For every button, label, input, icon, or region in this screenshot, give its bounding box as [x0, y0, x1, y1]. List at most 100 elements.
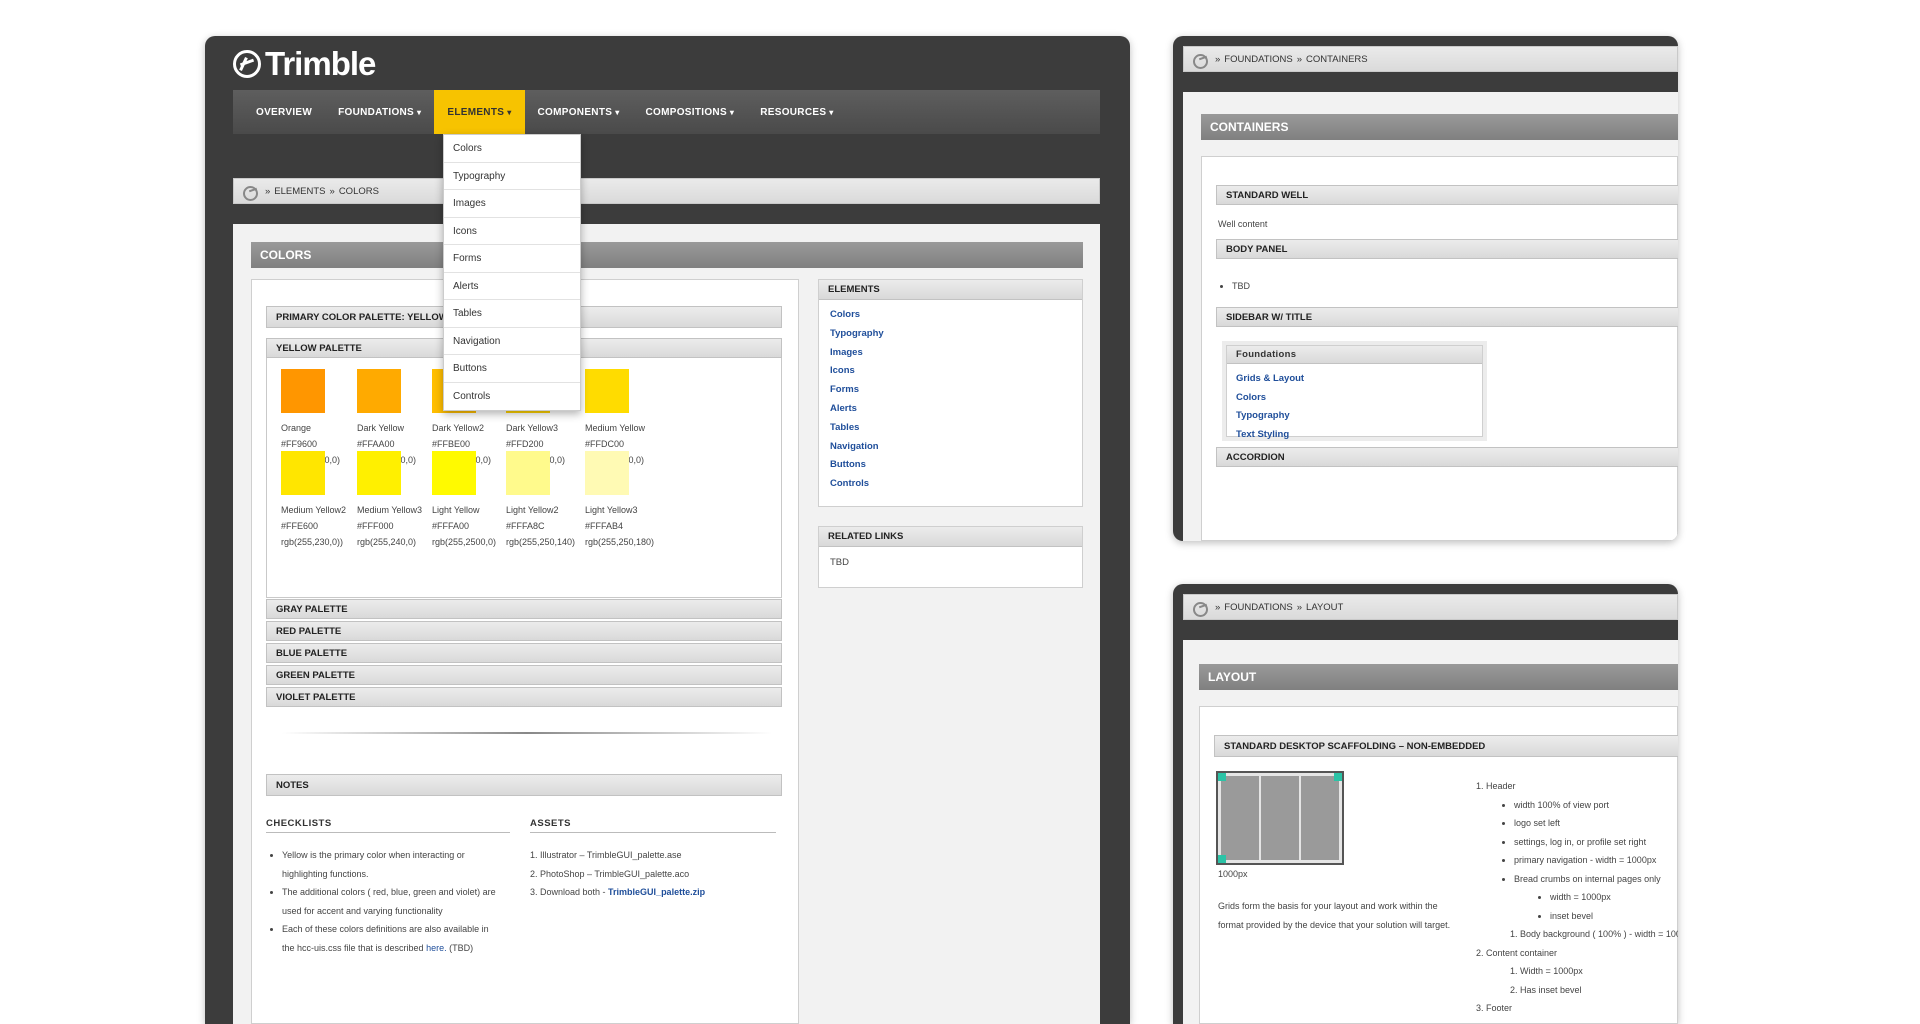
assets-list: 1. Illustrator – TrimbleGUI_palette.ase …	[530, 846, 780, 902]
sidebar-link-controls[interactable]: Controls	[819, 475, 1082, 494]
nav-components[interactable]: COMPONENTS ▾	[525, 90, 633, 134]
chevron-down-icon: ▾	[729, 107, 735, 117]
notes-heading: NOTES	[266, 774, 782, 796]
widget-title: Foundations	[1227, 346, 1482, 364]
header-strip	[1183, 620, 1678, 640]
sidebar-link-typography[interactable]: Typography	[819, 325, 1082, 344]
dropdown-item-controls[interactable]: Controls	[444, 383, 580, 411]
swatch-name: Light Yellow2	[506, 505, 559, 515]
breadcrumb-parent[interactable]: FOUNDATIONS	[1224, 602, 1292, 613]
breadcrumb: » ELEMENTS » COLORS	[233, 178, 1100, 204]
gray-palette-heading[interactable]: GRAY PALETTE	[266, 599, 782, 619]
checklists-heading: CHECKLISTS	[266, 818, 510, 833]
nav-elements[interactable]: ELEMENTS ▾	[434, 90, 525, 134]
divider	[282, 732, 772, 734]
violet-palette-heading[interactable]: VIOLET PALETTE	[266, 687, 782, 707]
widget-link-grids-layout[interactable]: Grids & Layout	[1227, 370, 1482, 389]
well-content: Well content	[1218, 219, 1268, 229]
primary-nav: OVERVIEW FOUNDATIONS ▾ ELEMENTS ▾ COMPONEN…	[233, 90, 1100, 134]
sidebar-link-images[interactable]: Images	[819, 344, 1082, 363]
swatch-hex: #FFDC00	[585, 439, 625, 449]
download-palette-link[interactable]: TrimbleGUI_palette.zip	[608, 887, 705, 897]
dropdown-item-typography[interactable]: Typography	[444, 163, 580, 190]
layout-window: » FOUNDATIONS » LAYOUT LAYOUT STANDARD D…	[1173, 584, 1678, 1024]
sidebar-link-alerts[interactable]: Alerts	[819, 400, 1082, 419]
logo-text: Trimble	[265, 45, 376, 82]
blue-palette-heading[interactable]: BLUE PALETTE	[266, 643, 782, 663]
green-palette-heading[interactable]: GREEN PALETTE	[266, 665, 782, 685]
swatch-name: Medium Yellow	[585, 423, 646, 433]
dropdown-item-alerts[interactable]: Alerts	[444, 273, 580, 300]
dropdown-item-buttons[interactable]: Buttons	[444, 355, 580, 383]
here-link[interactable]: here.	[426, 943, 447, 953]
nav-label: COMPONENTS	[537, 106, 613, 118]
nav-resources[interactable]: RESOURCES ▾	[747, 90, 846, 134]
checklist-text: Each of these colors definitions are als…	[282, 924, 489, 934]
swatch-hex: #FFFA8C	[506, 521, 545, 531]
outline-subsubitem: inset bevel	[1550, 907, 1678, 926]
grid-column	[1301, 776, 1339, 860]
sidebar-link-navigation[interactable]: Navigation	[819, 438, 1082, 457]
trimble-logo[interactable]: Trimble	[233, 45, 376, 82]
breadcrumb-separator: »	[265, 185, 271, 197]
red-palette-heading[interactable]: RED PALETTE	[266, 621, 782, 641]
diagram-caption: 1000px	[1218, 869, 1248, 879]
checklist-item: The additional colors ( red, blue, green…	[282, 883, 516, 920]
breadcrumb: » FOUNDATIONS » LAYOUT	[1183, 594, 1678, 620]
checklist-text: The additional colors ( red, blue, green…	[282, 887, 496, 897]
color-swatch	[585, 451, 629, 495]
body-panel-list: TBD	[1232, 281, 1250, 291]
scaffolding-heading: STANDARD DESKTOP SCAFFOLDING – NON-EMBED…	[1214, 735, 1678, 757]
sidebar-link-icons[interactable]: Icons	[819, 362, 1082, 381]
outline-subitem: Bread crumbs on internal pages only	[1514, 870, 1678, 889]
color-swatch	[281, 369, 325, 413]
nav-foundations[interactable]: FOUNDATIONS ▾	[325, 90, 434, 134]
page-title: COLORS	[251, 242, 1083, 268]
grid-column	[1221, 776, 1259, 860]
swatch-name: Dark Yellow3	[506, 423, 559, 433]
swatch-card: Light Yellow3 #FFFAB4 rgb(255,250,180)	[585, 451, 675, 550]
home-icon[interactable]	[1193, 601, 1208, 617]
checklist-item: Yellow is the primary color when interac…	[282, 846, 516, 883]
layout-panel: STANDARD DESKTOP SCAFFOLDING – NON-EMBED…	[1199, 706, 1678, 1024]
widget-link-text-styling[interactable]: Text Styling	[1227, 426, 1482, 445]
sidebar-link-tables[interactable]: Tables	[819, 419, 1082, 438]
breadcrumb-separator: »	[1215, 53, 1221, 65]
dropdown-item-navigation[interactable]: Navigation	[444, 328, 580, 355]
related-links-text: TBD	[830, 557, 849, 568]
swatch-rgb: rgb(255,250,140)	[506, 537, 576, 547]
dropdown-item-colors[interactable]: Colors	[444, 135, 580, 163]
outline-sublist: width 100% of view port logo set left se…	[1514, 796, 1678, 889]
dropdown-item-forms[interactable]: Forms	[444, 245, 580, 273]
color-swatch	[585, 369, 629, 413]
dropdown-item-icons[interactable]: Icons	[444, 218, 580, 245]
home-icon[interactable]	[243, 185, 258, 201]
chevron-down-icon: ▾	[417, 107, 422, 117]
dropdown-item-tables[interactable]: Tables	[444, 300, 580, 328]
page-title: CONTAINERS	[1201, 114, 1678, 140]
sidebar-link-forms[interactable]: Forms	[819, 381, 1082, 400]
nav-label: RESOURCES	[760, 106, 827, 118]
grid-marker	[1218, 855, 1226, 863]
body-panel-item: TBD	[1232, 281, 1250, 291]
outline-subsublist: width = 1000px inset bevel	[1550, 888, 1678, 925]
elements-dropdown-menu: Colors Typography Images Icons Forms Ale…	[443, 134, 581, 411]
main-window: Trimble OVERVIEW FOUNDATIONS ▾ ELEMENTS ▾ …	[205, 36, 1130, 1024]
breadcrumb-parent[interactable]: ELEMENTS	[274, 186, 325, 197]
chevron-down-icon: ▾	[829, 107, 834, 117]
checklist-text: the hcc-uis.css file that is described	[282, 942, 424, 953]
chevron-down-icon: ▾	[615, 107, 620, 117]
checklist-text: used for accent and varying functionalit…	[282, 905, 443, 916]
breadcrumb-parent[interactable]: FOUNDATIONS	[1224, 54, 1292, 65]
dropdown-item-images[interactable]: Images	[444, 190, 580, 218]
widget-link-typography[interactable]: Typography	[1227, 407, 1482, 426]
accordion-heading[interactable]: ACCORDION	[1216, 447, 1678, 467]
nav-compositions[interactable]: COMPOSITIONS ▾	[633, 90, 748, 134]
nav-overview[interactable]: OVERVIEW	[243, 90, 325, 134]
home-icon[interactable]	[1193, 53, 1208, 69]
sidebar-link-buttons[interactable]: Buttons	[819, 456, 1082, 475]
sidebar-link-colors[interactable]: Colors	[819, 306, 1082, 325]
outline-item: 2. Content container	[1476, 947, 1558, 958]
swatch-hex: #FFFAB4	[585, 521, 624, 531]
widget-link-colors[interactable]: Colors	[1227, 389, 1482, 408]
